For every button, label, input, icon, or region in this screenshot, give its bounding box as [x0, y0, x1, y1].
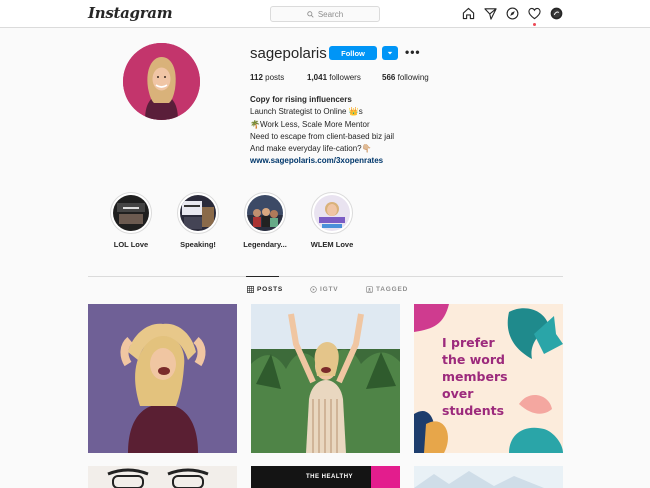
grid-icon: [247, 286, 254, 293]
highlight-label: LOL Love: [113, 240, 149, 249]
profile-avatar[interactable]: [123, 43, 200, 120]
post-thumbnail[interactable]: [88, 304, 237, 453]
posts-count: 112 posts: [250, 73, 285, 82]
notification-dot: [533, 23, 536, 26]
caret-down-icon: [387, 51, 393, 55]
highlight-label: Legendary...: [243, 240, 287, 249]
igtv-icon: [310, 286, 317, 293]
home-icon[interactable]: [462, 7, 475, 20]
top-nav: Instagram Search: [0, 0, 650, 28]
explore-icon[interactable]: [506, 7, 519, 20]
highlight-label: Speaking!: [180, 240, 216, 249]
post-thumbnail[interactable]: [414, 466, 563, 488]
bio-line: 🌴Work Less, Scale More Mentor: [250, 119, 370, 129]
follow-button[interactable]: Follow: [329, 46, 377, 60]
highlight-label: WLEM Love: [310, 240, 354, 249]
tab-igtv[interactable]: IGTV: [310, 286, 338, 293]
tab-tagged[interactable]: TAGGED: [366, 286, 408, 293]
highlight-legendary[interactable]: Legendary...: [235, 192, 295, 249]
post-quote-text: I prefer the word members over students: [442, 335, 508, 418]
post-thumbnail[interactable]: [251, 304, 400, 453]
tab-posts[interactable]: POSTS: [247, 286, 283, 293]
tabs-divider: [88, 276, 563, 277]
search-placeholder: Search: [317, 9, 344, 19]
highlight-wlem-love[interactable]: WLEM Love: [302, 192, 362, 249]
profile-avatar-icon[interactable]: [550, 7, 563, 20]
bio-website-link[interactable]: www.sagepolaris.com/3xopenrates: [250, 155, 394, 167]
following-count[interactable]: 566 following: [382, 73, 429, 82]
active-tab-indicator: [246, 276, 279, 277]
bio-line: Launch Strategist to Online 👑s: [250, 107, 363, 117]
suggested-dropdown-button[interactable]: [382, 46, 398, 60]
direct-icon[interactable]: [484, 7, 497, 20]
post-thumbnail[interactable]: THE HEALTHY: [251, 466, 400, 488]
highlight-speaking[interactable]: Speaking!: [168, 192, 228, 249]
profile-bio: Copy for rising influencers Launch Strat…: [250, 94, 394, 168]
post-caption-partial: THE HEALTHY: [306, 474, 354, 480]
search-icon: [307, 10, 314, 18]
activity-heart-icon[interactable]: [528, 7, 541, 26]
bio-name: Copy for rising influencers: [250, 95, 352, 104]
profile-username: sagepolaris: [250, 45, 327, 62]
highlight-lol-love[interactable]: LOL Love: [101, 192, 161, 249]
tagged-icon: [366, 286, 373, 293]
followers-count[interactable]: 1,041 followers: [307, 73, 361, 82]
post-thumbnail[interactable]: [88, 466, 237, 488]
bio-line: Need to escape from client-based biz jai…: [250, 131, 395, 141]
bio-line: And make everyday life-cation?👇🏼: [250, 144, 372, 154]
instagram-logo[interactable]: Instagram: [88, 4, 173, 22]
search-input[interactable]: Search: [270, 6, 380, 22]
more-options-button[interactable]: •••: [405, 46, 421, 58]
